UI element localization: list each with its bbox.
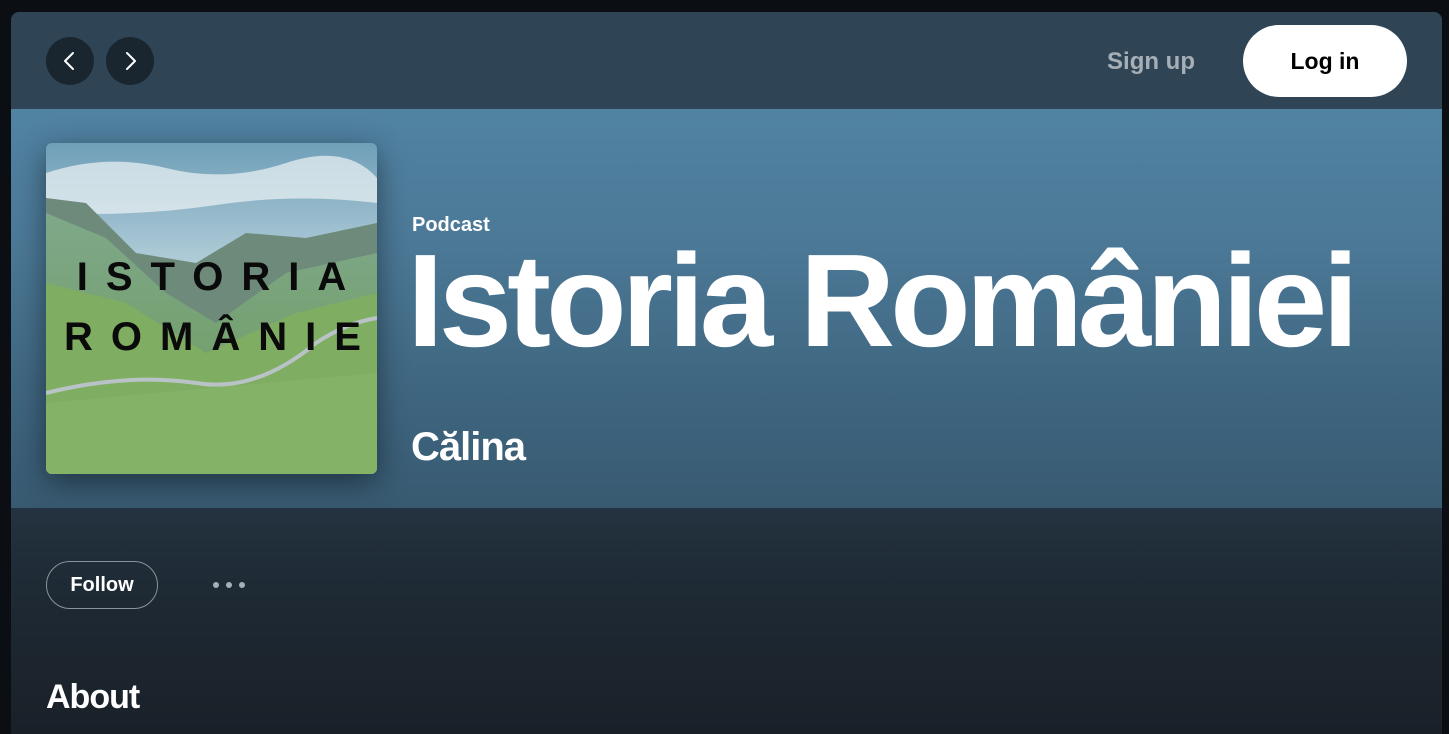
more-options-button[interactable]: [204, 572, 254, 598]
top-bar: Sign up Log in: [11, 12, 1442, 109]
signup-button[interactable]: Sign up: [1107, 48, 1195, 76]
cover-title-line1: ISTORIA: [76, 255, 365, 299]
podcast-body: Follow About: [11, 508, 1442, 734]
more-options-icon: [239, 582, 245, 588]
forward-button[interactable]: [106, 37, 154, 85]
cover-title-line2: ROMÂNIEI: [64, 315, 377, 359]
chevron-left-icon: [64, 52, 74, 70]
podcast-header: ISTORIA ROMÂNIEI Podcast Istoria Românie…: [11, 109, 1442, 508]
mountain-landscape-image: [46, 143, 377, 474]
podcast-author[interactable]: Călina: [411, 425, 526, 470]
follow-button[interactable]: Follow: [46, 561, 158, 609]
back-button[interactable]: [46, 37, 94, 85]
about-heading: About: [46, 678, 140, 716]
podcast-title: Istoria României: [407, 227, 1359, 374]
more-options-icon: [213, 582, 219, 588]
podcast-cover-art[interactable]: ISTORIA ROMÂNIEI: [46, 143, 377, 474]
podcast-page: Sign up Log in ISTORIA ROMÂNIEI Podcast …: [11, 12, 1442, 734]
chevron-right-icon: [126, 52, 136, 70]
more-options-icon: [226, 582, 232, 588]
login-button[interactable]: Log in: [1243, 25, 1407, 97]
